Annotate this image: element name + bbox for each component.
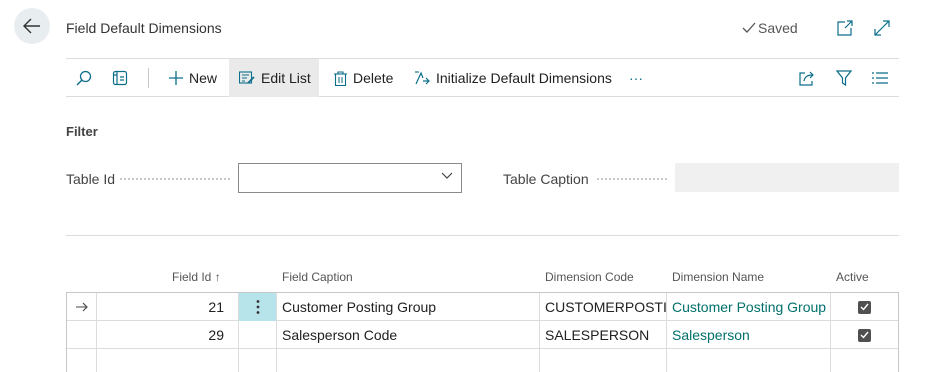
checkbox-checked-icon[interactable]	[858, 328, 871, 342]
chevron-down-icon	[441, 172, 453, 180]
back-button[interactable]	[14, 8, 50, 44]
checkmark-icon	[742, 22, 756, 34]
new-button[interactable]: New	[167, 59, 219, 97]
more-icon: ···	[629, 70, 643, 86]
search-button[interactable]	[76, 59, 100, 97]
table-caption-leader-dots	[597, 178, 667, 180]
page-title: Field Default Dimensions	[66, 20, 222, 36]
table-id-leader-dots	[120, 178, 230, 180]
active-cell[interactable]	[831, 349, 898, 372]
row-menu-cell[interactable]	[239, 321, 277, 349]
row-indicator-cell	[67, 293, 97, 321]
column-header-field-id[interactable]: Field Id ↑	[172, 270, 221, 284]
table-row-empty[interactable]	[67, 349, 898, 372]
table-row[interactable]: 29 Salesperson Code SALESPERSON Salesper…	[67, 321, 898, 349]
delete-label: Delete	[353, 70, 394, 86]
dimension-name-cell[interactable]	[667, 349, 831, 372]
share-icon	[799, 70, 815, 86]
open-in-new-window-icon[interactable]	[835, 18, 855, 38]
initialize-icon	[414, 70, 430, 86]
field-caption-cell[interactable]: Customer Posting Group	[277, 293, 540, 321]
saved-status: Saved	[742, 20, 798, 36]
filter-button[interactable]	[836, 59, 852, 97]
edit-list-button[interactable]: Edit List	[229, 59, 319, 97]
more-options-button[interactable]: ···	[629, 59, 643, 97]
row-menu-button[interactable]	[239, 293, 277, 321]
sort-ascending-icon: ↑	[214, 270, 221, 284]
field-caption-cell[interactable]	[277, 349, 540, 372]
trash-icon	[334, 70, 347, 86]
table-id-label: Table Id	[66, 171, 116, 187]
search-icon	[76, 70, 92, 86]
field-id-header-label: Field Id	[172, 270, 212, 284]
dimension-name-link[interactable]: Salesperson	[667, 321, 831, 349]
table-caption-label: Table Caption	[503, 171, 589, 187]
row-menu-icon	[256, 299, 260, 315]
column-header-dimension-code[interactable]: Dimension Code	[545, 270, 634, 284]
field-id-cell[interactable]: 29	[97, 321, 239, 349]
list-icon	[872, 71, 888, 85]
dimension-name-link[interactable]: Customer Posting Group	[667, 293, 831, 321]
back-arrow-icon	[23, 18, 41, 34]
active-cell[interactable]	[831, 321, 898, 349]
table-caption-field	[675, 163, 899, 192]
field-id-cell[interactable]	[97, 349, 239, 372]
delete-button[interactable]: Delete	[332, 59, 395, 97]
list-view-button[interactable]	[872, 59, 888, 97]
plus-icon	[169, 71, 183, 85]
column-header-dimension-name[interactable]: Dimension Name	[672, 270, 764, 284]
column-header-active[interactable]: Active	[836, 270, 869, 284]
saved-label: Saved	[758, 20, 798, 36]
table-row[interactable]: 21 Customer Posting Group CUSTOMERPOSTI.…	[67, 293, 898, 321]
row-menu-cell[interactable]	[239, 349, 277, 372]
column-header-field-caption[interactable]: Field Caption	[282, 270, 353, 284]
initialize-label: Initialize Default Dimensions	[436, 70, 612, 86]
dimension-code-cell[interactable]: SALESPERSON	[540, 321, 667, 349]
toolbar-separator	[148, 68, 149, 88]
active-cell[interactable]	[831, 293, 898, 321]
share-button[interactable]	[799, 59, 815, 97]
filter-icon	[836, 70, 852, 86]
row-pointer-arrow-icon	[75, 302, 88, 312]
view-button[interactable]	[112, 59, 136, 97]
new-label: New	[189, 70, 218, 86]
edit-list-icon	[239, 71, 255, 85]
row-indicator-cell	[67, 349, 97, 372]
edit-list-label: Edit List	[261, 70, 311, 86]
table-id-select[interactable]	[238, 163, 462, 193]
data-grid: 21 Customer Posting Group CUSTOMERPOSTI.…	[66, 292, 899, 372]
field-id-cell[interactable]: 21	[97, 293, 239, 321]
action-bar: New Edit List Delete Initialize Default …	[66, 58, 899, 97]
initialize-default-dimensions-button[interactable]: Initialize Default Dimensions	[412, 59, 614, 97]
row-indicator-cell	[67, 321, 97, 349]
section-divider	[66, 235, 899, 236]
view-icon	[112, 70, 128, 86]
field-caption-cell[interactable]: Salesperson Code	[277, 321, 540, 349]
dimension-code-cell[interactable]: CUSTOMERPOSTI...	[540, 293, 667, 321]
checkbox-checked-icon[interactable]	[858, 300, 871, 314]
expand-icon[interactable]	[872, 18, 892, 38]
dimension-code-cell[interactable]	[540, 349, 667, 372]
filter-title: Filter	[66, 124, 98, 139]
